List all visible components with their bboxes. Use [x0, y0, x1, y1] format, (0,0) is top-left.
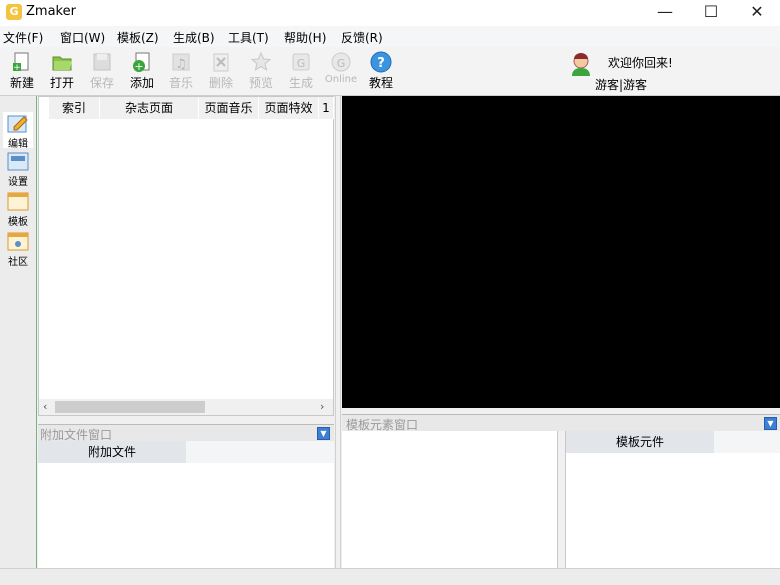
add-label: 添加 [129, 76, 154, 90]
status-bar [0, 568, 780, 585]
menu-tools[interactable]: 工具(T) [228, 29, 269, 46]
page-list-panel: 索引 杂志页面 页面音乐 页面特效 1 ‹ › [38, 96, 334, 416]
template-tab-filler [714, 431, 780, 453]
preview-canvas[interactable] [342, 96, 780, 408]
music-label: 音乐 [168, 76, 193, 90]
scroll-right-icon[interactable]: › [320, 400, 324, 413]
new-button[interactable]: + 新建 [2, 49, 42, 93]
svg-text:+: + [13, 63, 21, 73]
attach-panel-body: 附加文件 [38, 441, 334, 568]
add-button[interactable]: + 添加 [122, 49, 162, 93]
save-label: 保存 [89, 76, 114, 90]
horizontal-scrollbar[interactable]: ‹ › [39, 399, 333, 415]
sidebar-label-community: 社区 [8, 257, 28, 268]
app-logo-icon: G [6, 4, 22, 20]
generate-label: 生成 [288, 76, 313, 90]
new-label: 新建 [9, 76, 34, 90]
music-button[interactable]: ♫ 音乐 [161, 49, 201, 93]
column-header-index[interactable]: 索引 [49, 97, 100, 119]
column-header-page[interactable]: 杂志页面 [100, 97, 199, 119]
scroll-left-icon[interactable]: ‹ [43, 400, 47, 413]
svg-text:?: ? [377, 56, 385, 71]
sidebar-label-edit: 编辑 [8, 139, 28, 150]
toolbar: + 新建 打开 保存 + 添加 ♫ 音乐 删除 预览 G 生成 G Online… [0, 47, 780, 96]
template-icon [7, 192, 29, 211]
template-panel-dropdown-icon[interactable]: ▼ [764, 417, 777, 430]
music-note-icon: ♫ [172, 53, 190, 72]
maximize-button[interactable]: ☐ [688, 0, 734, 26]
template-element-tab[interactable]: 模板元件 [566, 431, 714, 453]
preview-button[interactable]: 预览 [241, 49, 281, 93]
delete-label: 删除 [208, 76, 233, 90]
online-button[interactable]: G Online [321, 49, 361, 93]
attach-file-tab[interactable]: 附加文件 [38, 441, 186, 463]
column-header-effect[interactable]: 页面特效 [259, 97, 319, 119]
menu-file[interactable]: 文件(F) [3, 29, 43, 46]
open-folder-icon [52, 56, 72, 71]
delete-button[interactable]: 删除 [201, 49, 241, 93]
save-button[interactable]: 保存 [82, 49, 122, 93]
close-button[interactable]: ✕ [734, 0, 780, 26]
menu-window[interactable]: 窗口(W) [60, 29, 105, 46]
attach-panel-dropdown-icon[interactable]: ▼ [317, 427, 330, 440]
window-title: Zmaker [26, 4, 76, 19]
online-icon: G [331, 52, 351, 72]
delete-icon [213, 53, 229, 72]
tutorial-button[interactable]: ? 教程 [361, 49, 401, 93]
column-header-extra[interactable]: 1 [319, 97, 334, 119]
save-icon [93, 53, 111, 71]
menu-feedback[interactable]: 反馈(R) [341, 29, 383, 46]
open-label: 打开 [49, 76, 74, 90]
minimize-button[interactable]: — [642, 0, 688, 26]
attach-panel-header: 附加文件窗口 ▼ [38, 424, 334, 442]
settings-icon [7, 152, 29, 171]
edit-pencil-icon [7, 115, 28, 133]
sidebar-item-community[interactable]: 社区 [3, 230, 33, 268]
preview-star-icon [250, 51, 272, 72]
template-list-left[interactable] [342, 431, 558, 568]
scrollbar-thumb[interactable] [55, 401, 205, 413]
svg-text:♫: ♫ [175, 57, 187, 72]
sidebar-item-edit[interactable]: 编辑 [3, 112, 33, 150]
add-page-icon: + [133, 52, 150, 73]
online-label: Online [324, 74, 358, 85]
attach-tab-filler [186, 441, 334, 463]
menu-generate[interactable]: 生成(B) [173, 29, 215, 46]
sidebar-label-settings: 设置 [8, 177, 28, 188]
tutorial-label: 教程 [368, 76, 393, 90]
vertical-splitter[interactable] [335, 96, 341, 568]
left-sidebar: 编辑 设置 模板 社区 [0, 96, 37, 568]
title-bar: G Zmaker — ☐ ✕ [0, 0, 780, 26]
svg-text:G: G [337, 57, 346, 70]
help-question-icon: ? [370, 51, 392, 73]
menu-help[interactable]: 帮助(H) [284, 29, 326, 46]
svg-text:+: + [134, 60, 143, 73]
welcome-text: 欢迎你回来! [608, 56, 673, 70]
user-avatar-icon [572, 53, 590, 76]
generate-icon: G [292, 53, 310, 71]
menu-bar: 文件(F) 窗口(W) 模板(Z) 生成(B) 工具(T) 帮助(H) 反馈(R… [0, 26, 780, 48]
community-icon [7, 232, 29, 251]
sidebar-item-templates[interactable]: 模板 [3, 190, 33, 228]
svg-text:G: G [297, 57, 306, 70]
open-button[interactable]: 打开 [42, 49, 82, 93]
new-file-icon: + [13, 52, 29, 73]
column-header-music[interactable]: 页面音乐 [199, 97, 259, 119]
menu-template[interactable]: 模板(Z) [117, 29, 159, 46]
template-list-right[interactable]: 模板元件 [565, 431, 780, 568]
sidebar-item-settings[interactable]: 设置 [3, 150, 33, 188]
user-name[interactable]: 游客|游客 [595, 76, 647, 93]
sidebar-label-templates: 模板 [8, 217, 28, 228]
template-panel-header: 模板元素窗口 ▼ [342, 414, 780, 432]
preview-label: 预览 [248, 76, 273, 90]
generate-button[interactable]: G 生成 [281, 49, 321, 93]
